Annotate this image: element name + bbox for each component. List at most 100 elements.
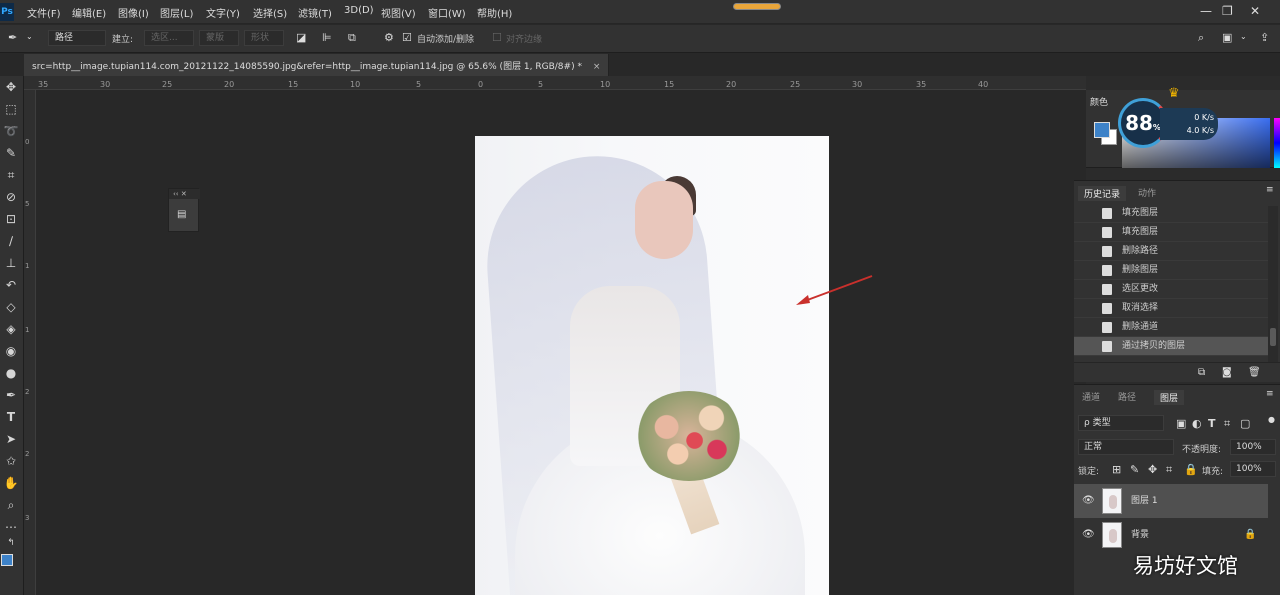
panel-menu-icon[interactable]: ≡ (1266, 389, 1274, 399)
filter-pixel-icon[interactable]: ▣ (1176, 417, 1186, 430)
color-panel-tab[interactable]: 颜色 (1090, 95, 1108, 108)
path-align-icon[interactable]: ⊫ (322, 31, 332, 44)
search-icon[interactable]: ⌕ (1198, 31, 1204, 45)
menu-type[interactable]: 文字(Y) (206, 5, 240, 20)
menu-window[interactable]: 窗口(W) (428, 5, 466, 20)
minimize-button[interactable]: — (1200, 4, 1212, 18)
zoom-tool-icon[interactable]: ⌕ (0, 498, 22, 513)
close-window-button[interactable]: ✕ (1250, 4, 1260, 18)
filter-smart-icon[interactable]: ▢ (1240, 417, 1250, 430)
align-edges-label[interactable]: 对齐边缘 (506, 32, 542, 45)
layer-filter-select[interactable]: ρ 类型 (1078, 415, 1164, 431)
lock-all-icon[interactable]: 🔒 (1184, 463, 1198, 476)
more-tools-icon[interactable]: ⋯ (0, 520, 22, 534)
eraser-tool-icon[interactable]: ◇ (0, 300, 22, 314)
marquee-tool-icon[interactable]: ⬚ (0, 102, 22, 116)
auto-add-delete-label[interactable]: 自动添加/删除 (417, 32, 474, 45)
fill-input[interactable]: 100% (1230, 461, 1276, 477)
chevron-down-icon[interactable]: ⌄ (26, 32, 33, 41)
gear-icon[interactable]: ⚙ (384, 31, 394, 44)
eye-icon[interactable]: 👁 (1082, 518, 1095, 552)
tab-actions[interactable]: 动作 (1138, 186, 1156, 199)
history-item[interactable]: 取消选择 (1074, 299, 1268, 318)
healing-tool-icon[interactable]: ⊡ (0, 212, 22, 226)
lock-position-icon[interactable]: ✥ (1148, 463, 1157, 476)
menu-layer[interactable]: 图层(L) (160, 5, 193, 20)
new-document-from-state-icon[interactable]: ⧉ (1198, 367, 1205, 378)
menu-file[interactable]: 文件(F) (27, 5, 61, 20)
lock-artboard-icon[interactable]: ⌗ (1166, 463, 1172, 477)
filter-type-icon[interactable]: T (1208, 417, 1216, 430)
floating-panel-header[interactable]: ‹‹ ✕ (169, 189, 200, 199)
tab-channels[interactable]: 通道 (1082, 390, 1100, 403)
hand-tool-icon[interactable]: ✋ (0, 476, 22, 490)
path-ops-icon[interactable]: ◪ (296, 31, 306, 44)
trash-icon[interactable]: 🗑 (1248, 367, 1261, 378)
history-scroll-thumb[interactable] (1270, 328, 1276, 346)
history-item[interactable]: 填充图层 (1074, 223, 1268, 242)
blend-mode-select[interactable]: 正常 (1078, 439, 1174, 455)
history-item[interactable]: 删除通道 (1074, 318, 1268, 337)
menu-view[interactable]: 视图(V) (381, 5, 416, 20)
filter-adjust-icon[interactable]: ◐ (1192, 417, 1202, 430)
move-tool-icon[interactable]: ✥ (0, 80, 22, 94)
type-tool-icon[interactable]: T (0, 410, 22, 424)
bride-photo[interactable] (475, 136, 829, 595)
menu-help[interactable]: 帮助(H) (477, 5, 512, 20)
layer-row-background[interactable]: 👁 背景 🔒 (1074, 518, 1268, 552)
lock-pixels-icon[interactable]: ✎ (1130, 463, 1139, 476)
selection-button[interactable]: 选区... (144, 30, 194, 46)
pen-tool-icon[interactable]: ✒ (8, 31, 17, 44)
menu-image[interactable]: 图像(I) (118, 5, 149, 20)
color-panel-fg-swatch[interactable] (1094, 122, 1110, 138)
eye-icon[interactable]: 👁 (1082, 484, 1095, 518)
menu-select[interactable]: 选择(S) (253, 5, 287, 20)
gradient-tool-icon[interactable]: ◈ (0, 322, 22, 336)
workspace-chevron-icon[interactable]: ⌄ (1240, 32, 1247, 41)
history-item[interactable]: 删除路径 (1074, 242, 1268, 261)
dodge-tool-icon[interactable]: ● (0, 366, 22, 380)
swap-colors-icon[interactable]: ↰ (0, 538, 22, 548)
history-item[interactable]: 填充图层 (1074, 204, 1268, 223)
filter-toggle-icon[interactable]: ● (1268, 415, 1275, 424)
hue-slider[interactable] (1274, 118, 1280, 168)
mask-button[interactable]: 蒙版 (199, 30, 239, 46)
panel-menu-icon[interactable]: ≡ (1266, 185, 1274, 195)
mode-select[interactable]: 路径 (48, 30, 106, 46)
opacity-input[interactable]: 100% (1230, 439, 1276, 455)
camera-icon[interactable]: ◙ (1222, 367, 1232, 378)
close-icon[interactable]: × (593, 62, 601, 72)
workspace-icon[interactable]: ▣ (1222, 31, 1232, 44)
restore-button[interactable]: ❐ (1222, 4, 1233, 18)
floating-panel[interactable]: ‹‹ ✕ ▤ (168, 188, 200, 232)
foreground-color-swatch[interactable] (1, 554, 13, 566)
lasso-tool-icon[interactable]: ➰ (0, 124, 22, 138)
stamp-tool-icon[interactable]: ⊥ (0, 256, 22, 270)
history-brush-tool-icon[interactable]: ↶ (0, 278, 22, 292)
tab-history[interactable]: 历史记录 (1078, 186, 1127, 201)
layer-row-layer1[interactable]: 👁 图层 1 (1074, 484, 1268, 518)
menu-filter[interactable]: 滤镜(T) (298, 5, 332, 20)
checkbox-checked-icon[interactable]: ☑ (402, 31, 412, 44)
lock-transparent-icon[interactable]: ⊞ (1112, 463, 1121, 476)
path-select-tool-icon[interactable]: ➤ (0, 432, 22, 446)
shape-button[interactable]: 形状 (244, 30, 284, 46)
checkbox-icon[interactable]: ☐ (492, 31, 502, 44)
filter-shape-icon[interactable]: ⌗ (1224, 417, 1230, 431)
quick-select-tool-icon[interactable]: ✎ (0, 146, 22, 160)
brush-tool-icon[interactable]: ∕ (0, 234, 22, 248)
path-arrange-icon[interactable]: ⧉ (348, 31, 356, 45)
history-item-selected[interactable]: 通过拷贝的图层 (1074, 337, 1268, 356)
document-tab[interactable]: src=http__image.tupian114.com_20121122_1… (24, 54, 610, 76)
menu-3d[interactable]: 3D(D) (344, 5, 374, 16)
blur-tool-icon[interactable]: ◉ (0, 344, 22, 358)
eyedropper-tool-icon[interactable]: ⊘ (0, 190, 22, 204)
shape-tool-icon[interactable]: ✩ (0, 454, 22, 468)
share-icon[interactable]: ⇪ (1260, 31, 1269, 44)
tab-layers[interactable]: 图层 (1154, 390, 1185, 405)
crop-tool-icon[interactable]: ⌗ (0, 168, 22, 183)
tab-paths[interactable]: 路径 (1118, 390, 1136, 403)
history-item[interactable]: 删除图层 (1074, 261, 1268, 280)
properties-icon[interactable]: ▤ (177, 209, 186, 220)
menu-edit[interactable]: 编辑(E) (72, 5, 106, 20)
